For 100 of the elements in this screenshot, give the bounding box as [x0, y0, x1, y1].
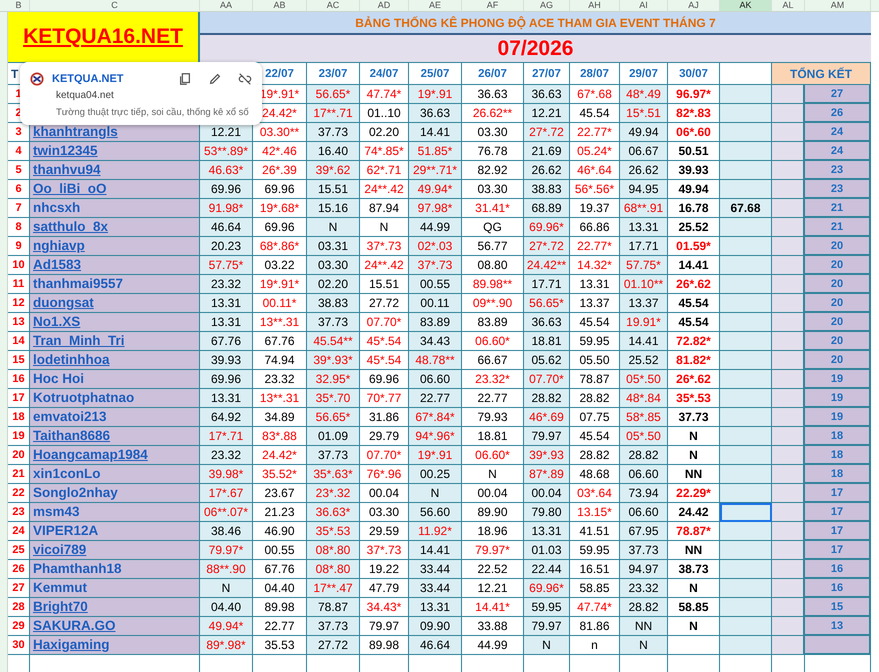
table-cell: 36.63 [524, 313, 570, 332]
table-cell: 51.85* [409, 142, 462, 161]
table-cell: 17**.47 [307, 579, 360, 598]
column-header[interactable]: AG [524, 0, 570, 11]
table-title: BẢNG THỐNG KÊ PHONG ĐỘ ACE THAM GIA EVENT THÁNG 7 [200, 12, 871, 35]
column-header[interactable]: AL [772, 0, 805, 11]
table-cell: 79.97 [524, 617, 570, 636]
player-name: msm43 [33, 503, 80, 521]
table-cell: 28.82 [620, 598, 668, 617]
table-cell: 13.31 [200, 313, 253, 332]
table-cell: 56.60 [409, 503, 462, 522]
column-header[interactable]: AB [253, 0, 307, 11]
table-cell: 69.96 [200, 370, 253, 389]
column-header[interactable]: AA [200, 0, 253, 11]
site-logo[interactable]: KETQUA16.NET [8, 12, 200, 62]
column-header[interactable]: AF [462, 0, 524, 11]
score-cell: 15 [805, 598, 871, 617]
date-heading: 24/07 [360, 62, 409, 85]
table-cell: 83.89 [409, 313, 462, 332]
row-number: 9 [8, 237, 30, 256]
table-cell: 20.23 [200, 237, 253, 256]
unlink-button[interactable] [238, 72, 252, 86]
table-cell: N [200, 579, 253, 598]
table-cell: 79.97* [200, 541, 253, 560]
score-cell: 23 [805, 180, 871, 199]
column-header[interactable]: AI [620, 0, 668, 11]
table-cell: 17.71 [620, 237, 668, 256]
table-cell: 13.31 [200, 389, 253, 408]
player-name: Phamthanh18 [33, 560, 122, 578]
table-cell: 37.73 [620, 541, 668, 560]
date-heading: 30/07 [668, 62, 720, 85]
table-cell: 36.63 [524, 85, 570, 104]
table-cell: 05*.50 [620, 427, 668, 446]
row-number: 27 [8, 579, 30, 598]
table-cell: 35*.63* [307, 465, 360, 484]
table-cell: 37*.73 [409, 256, 462, 275]
table-cell: 13.31 [620, 218, 668, 237]
table-cell: 87*.89 [524, 465, 570, 484]
table-cell: N [524, 636, 570, 655]
column-header[interactable]: AC [307, 0, 360, 11]
table-cell: 37.73 [307, 123, 360, 142]
table-cell: 79.80 [524, 503, 570, 522]
table-cell: 16.40 [307, 142, 360, 161]
table-cell: 23*.32 [307, 484, 360, 503]
column-header[interactable]: AK [720, 0, 772, 11]
link-url: ketqua04.net [55, 89, 115, 101]
column-header[interactable]: AD [360, 0, 409, 11]
table-cell: 23.32 [200, 275, 253, 294]
score-cell: 23 [805, 161, 871, 180]
table-cell: 13.37 [620, 294, 668, 313]
score-cell: 17 [805, 541, 871, 560]
table-cell: 14.41 [409, 123, 462, 142]
table-cell: 01.10** [620, 275, 668, 294]
table-cell: 00.25 [409, 465, 462, 484]
link-title[interactable]: KETQUA.NET [52, 73, 162, 85]
table-cell: 97.98* [409, 199, 462, 218]
table-cell: 45.54** [307, 332, 360, 351]
table-cell: 33.44 [409, 579, 462, 598]
table-cell: 68.89 [524, 199, 570, 218]
table-cell: 05*.50 [620, 370, 668, 389]
edit-button[interactable] [208, 72, 222, 86]
table-cell: 32.95* [307, 370, 360, 389]
table-cell: 27.72 [307, 636, 360, 655]
row-number: 17 [8, 389, 30, 408]
table-cell: 06.60 [409, 370, 462, 389]
table-cell: 67.68 [720, 199, 772, 218]
table-cell: 21.69 [524, 142, 570, 161]
table-cell: N [409, 484, 462, 503]
score-cell: 19 [805, 370, 871, 389]
table-cell: 59.95 [524, 598, 570, 617]
date-heading: 26/07 [462, 62, 524, 85]
table-cell: 78.87 [307, 598, 360, 617]
link-description: Tường thuật trực tiếp, soi cầu, thống kê xổ số [55, 106, 250, 118]
table-cell: 17*.71 [200, 427, 253, 446]
table-cell: 58*.85 [620, 408, 668, 427]
score-cell: 17 [805, 503, 871, 522]
table-cell: 89*.98* [200, 636, 253, 655]
table-cell: 64.92 [200, 408, 253, 427]
table-cell: 03.31 [307, 237, 360, 256]
table-cell: 00.11 [409, 294, 462, 313]
column-header[interactable]: AM [805, 0, 871, 11]
row-number: 20 [8, 446, 30, 465]
copy-button[interactable] [178, 72, 192, 86]
table-cell: 91.98* [200, 199, 253, 218]
column-header[interactable]: AH [570, 0, 620, 11]
selected-cell[interactable] [720, 503, 772, 522]
row-number: 23 [8, 503, 30, 522]
table-cell: 49.94 [620, 123, 668, 142]
score-cell: 27 [805, 85, 871, 104]
table-cell: 00.04 [524, 484, 570, 503]
table-cell: 39.98* [200, 465, 253, 484]
score-cell: 20 [805, 237, 871, 256]
row-number: 25 [8, 541, 30, 560]
column-header[interactable]: C [30, 0, 200, 11]
table-cell: 38.83 [307, 294, 360, 313]
table-cell: 53**.89* [200, 142, 253, 161]
column-header[interactable]: AE [409, 0, 462, 11]
table-cell: N [620, 636, 668, 655]
column-header[interactable]: B [8, 0, 30, 11]
period-heading: 07/2026 [200, 35, 871, 62]
